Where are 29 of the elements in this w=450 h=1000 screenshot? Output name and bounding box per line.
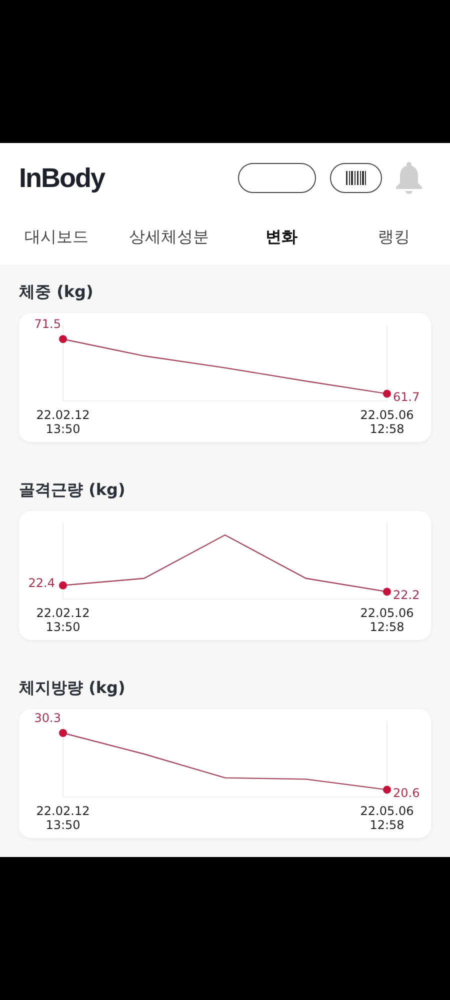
barcode-button[interactable] bbox=[330, 163, 382, 193]
tab[interactable]: 대시보드 bbox=[0, 213, 112, 265]
time-label: 12:58 bbox=[370, 818, 404, 832]
value-label: 22.4 bbox=[28, 576, 55, 590]
tab[interactable]: 변화 bbox=[225, 213, 338, 265]
section-title: 골격근량 (kg) bbox=[19, 479, 126, 501]
pill-button[interactable] bbox=[238, 163, 316, 193]
time-label: 12:58 bbox=[370, 620, 404, 634]
time-label: 13:50 bbox=[46, 818, 80, 832]
date-label: 22.05.06 bbox=[360, 408, 414, 422]
value-label: 30.3 bbox=[34, 711, 61, 725]
section-title: 체중 (kg) bbox=[19, 281, 94, 303]
time-label: 13:50 bbox=[46, 422, 80, 436]
date-label: 22.05.06 bbox=[360, 804, 414, 818]
value-label: 20.6 bbox=[393, 786, 420, 800]
date-label: 22.02.12 bbox=[36, 606, 90, 620]
tab[interactable]: 랭킹 bbox=[338, 213, 450, 265]
value-label: 22.2 bbox=[393, 588, 420, 602]
time-label: 12:58 bbox=[370, 422, 404, 436]
time-label: 13:50 bbox=[46, 620, 80, 634]
date-label: 22.02.12 bbox=[36, 408, 90, 422]
barcode-icon bbox=[346, 171, 366, 185]
date-label: 22.05.06 bbox=[360, 606, 414, 620]
value-label: 61.7 bbox=[393, 390, 420, 404]
value-label: 71.5 bbox=[34, 317, 61, 332]
logo: InBody bbox=[19, 162, 104, 194]
section-title: 체지방량 (kg) bbox=[19, 677, 126, 699]
date-label: 22.02.12 bbox=[36, 804, 90, 818]
tab[interactable]: 상세체성분 bbox=[112, 213, 225, 265]
